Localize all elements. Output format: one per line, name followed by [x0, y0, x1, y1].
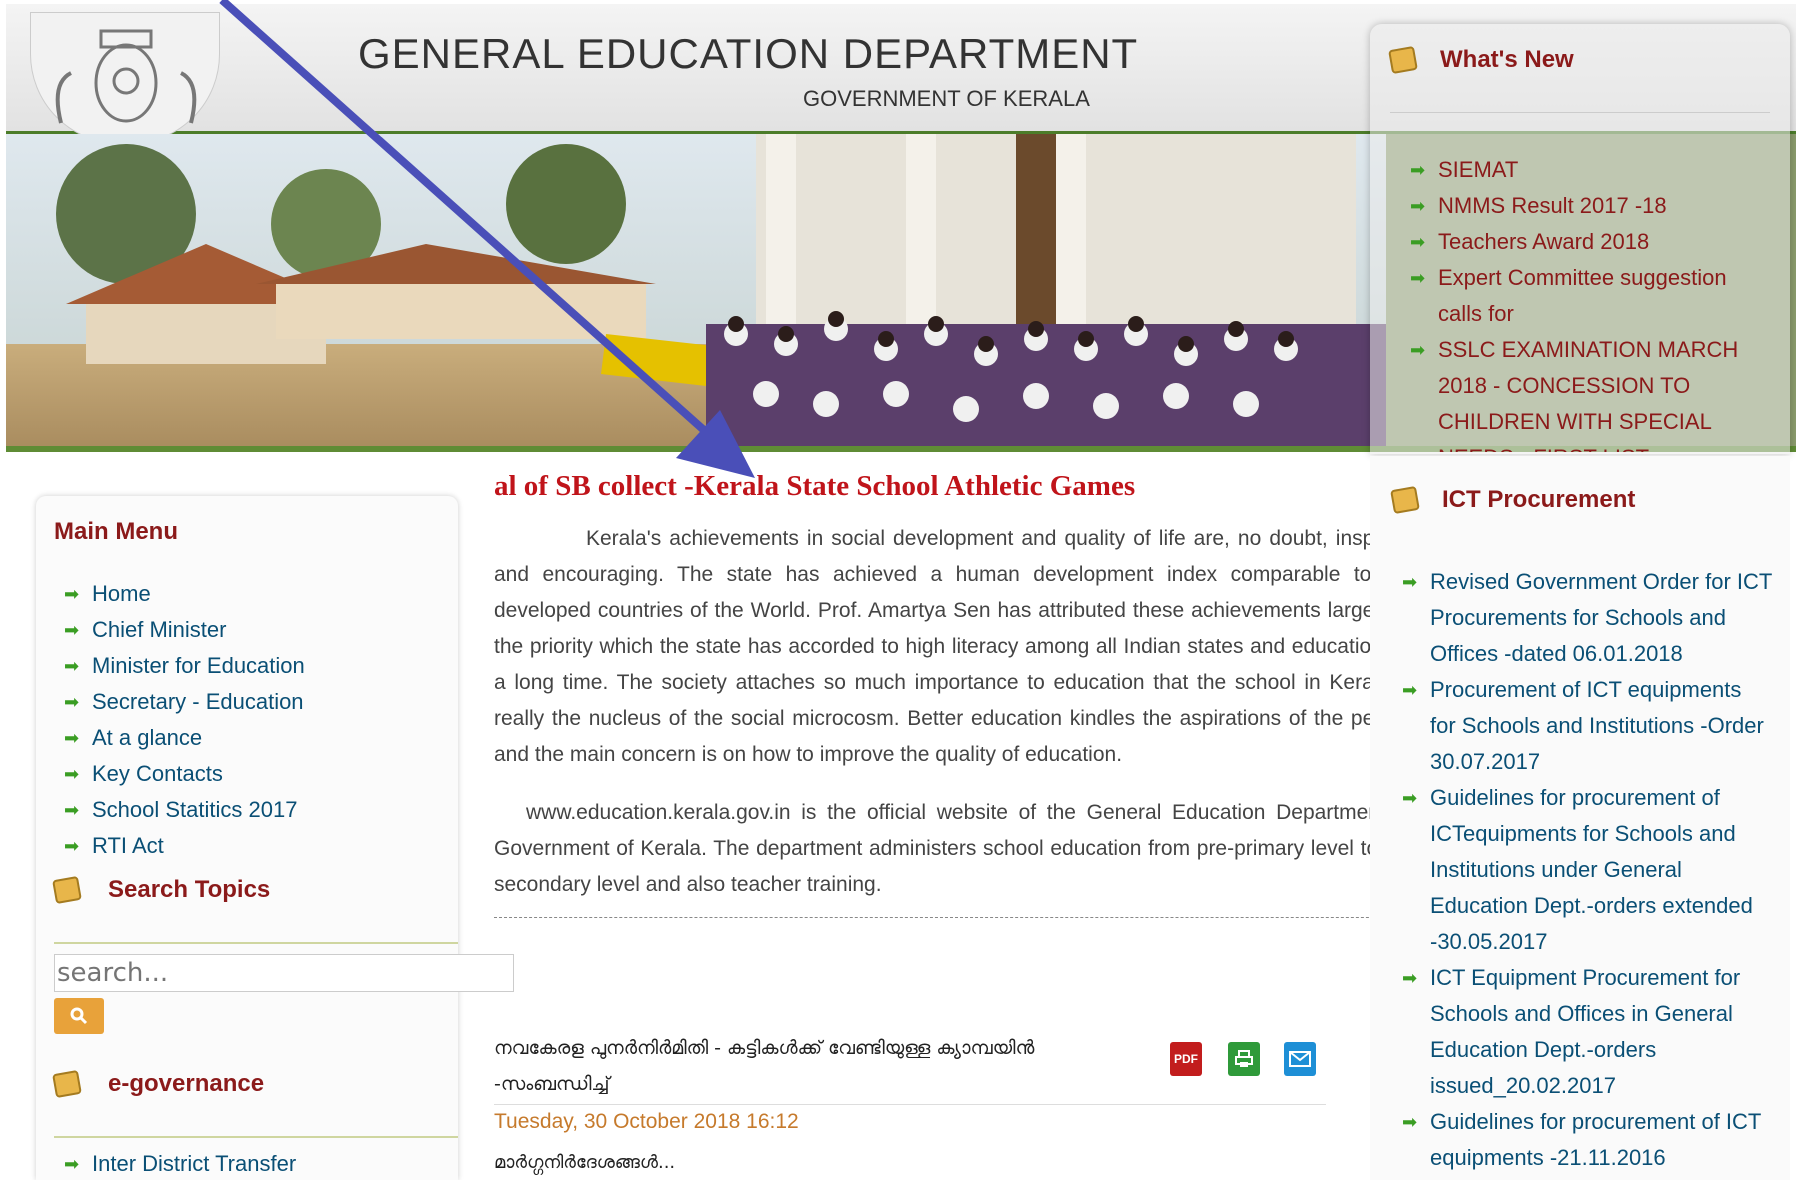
- search-icon: [70, 1007, 88, 1025]
- arrow-icon: ➡: [64, 800, 80, 820]
- whats-new-panel: What's New ➡ SIEMAT ➡ NMMS Result 2017 -18…: [1370, 24, 1790, 454]
- ict-procurement-panel: ICT Procurement ➡ Revised Government Orde…: [1370, 456, 1790, 1180]
- menu-item-secretary[interactable]: ➡ Secretary - Education: [64, 684, 444, 720]
- menu-item-school-statistics[interactable]: ➡ School Statitics 2017: [64, 792, 444, 828]
- e-governance-title: e-governance: [108, 1070, 265, 1097]
- package-icon: [1388, 45, 1418, 75]
- menu-item-chief-minister[interactable]: ➡ Chief Minister: [64, 612, 444, 648]
- list-item[interactable]: ➡ Guidelines for procurement of ICT equip…: [1402, 1104, 1772, 1176]
- list-item[interactable]: ➡ Guidelines for procurement of ICTequipm…: [1402, 780, 1772, 960]
- search-input[interactable]: [54, 954, 514, 992]
- package-icon: [1390, 485, 1420, 515]
- arrow-icon: ➡: [1410, 232, 1426, 252]
- arrow-icon: ➡: [1402, 680, 1418, 700]
- main-content: al of SB collect -Kerala State School At…: [494, 470, 1414, 1180]
- arrow-icon: ➡: [64, 728, 80, 748]
- arrow-icon: ➡: [64, 836, 80, 856]
- arrow-icon: ➡: [64, 692, 80, 712]
- list-item[interactable]: ➡ SSLC EXAMINATION MARCH 2018 - CONCESSIO…: [1410, 332, 1760, 452]
- kerala-emblem-icon: [30, 12, 220, 144]
- menu-item-minister-education[interactable]: ➡ Minister for Education: [64, 648, 444, 684]
- page-subtitle: GOVERNMENT OF KERALA: [803, 86, 1090, 111]
- email-icon[interactable]: [1284, 1042, 1316, 1076]
- ict-list: ➡ Revised Government Order for ICT Procur…: [1402, 564, 1772, 1176]
- arrow-icon: ➡: [1402, 788, 1418, 808]
- arrow-icon: ➡: [64, 764, 80, 784]
- list-item[interactable]: ➡ SIEMAT: [1410, 152, 1760, 188]
- menu-item-rti-act[interactable]: ➡ RTI Act: [64, 828, 444, 864]
- arrow-icon: ➡: [1402, 968, 1418, 988]
- website-paragraph: www.education.kerala.gov.in is the offic…: [494, 801, 1414, 896]
- list-item[interactable]: ➡ ICT Equipment Procurement for Schools a…: [1402, 960, 1772, 1104]
- list-item[interactable]: ➡ Procurement of ICT equipments for Schoo…: [1402, 672, 1772, 780]
- list-item[interactable]: ➡ NMMS Result 2017 -18: [1410, 188, 1760, 224]
- arrow-icon: ➡: [1410, 196, 1426, 216]
- news-ticker-headline[interactable]: al of SB collect -Kerala State School At…: [494, 470, 1414, 503]
- article-excerpt: മാർഗ്ഗനിർദേശങ്ങൾ...: [494, 1152, 676, 1173]
- page-title: GENERAL EDUCATION DEPARTMENT: [358, 30, 1139, 77]
- intro-paragraph: Kerala's achievements in social developm…: [494, 527, 1414, 766]
- menu-item-inter-district-transfer[interactable]: ➡ Inter District Transfer: [64, 1146, 444, 1180]
- arrow-icon: ➡: [64, 584, 80, 604]
- main-menu-list: ➡ Home ➡ Chief Minister ➡ Minister for Educ…: [64, 576, 444, 864]
- arrow-icon: ➡: [1402, 572, 1418, 592]
- print-icon[interactable]: [1228, 1042, 1260, 1076]
- article-date: Tuesday, 30 October 2018 16:12: [494, 1110, 799, 1133]
- search-button[interactable]: [54, 998, 104, 1034]
- pdf-icon[interactable]: PDF: [1170, 1042, 1202, 1076]
- arrow-icon: ➡: [1402, 1112, 1418, 1132]
- list-item[interactable]: ➡ Expert Committee suggestion calls for: [1410, 260, 1760, 332]
- list-item[interactable]: ➡ Teachers Award 2018: [1410, 224, 1760, 260]
- package-icon: [52, 875, 82, 905]
- ict-procurement-title: ICT Procurement: [1442, 486, 1636, 513]
- whats-new-title: What's New: [1440, 46, 1574, 73]
- arrow-icon: ➡: [64, 620, 80, 640]
- article-title[interactable]: നവകേരള പുനർനിർമിതി - കട്ടികൾക്ക് വേണ്ടിയ…: [494, 1030, 1054, 1102]
- search-topics-title: Search Topics: [108, 876, 271, 903]
- list-item[interactable]: ➡ Revised Government Order for ICT Procur…: [1402, 564, 1772, 672]
- whats-new-list: ➡ SIEMAT ➡ NMMS Result 2017 -18 ➡ Teachers …: [1410, 152, 1760, 452]
- menu-item-at-a-glance[interactable]: ➡ At a glance: [64, 720, 444, 756]
- menu-item-key-contacts[interactable]: ➡ Key Contacts: [64, 756, 444, 792]
- arrow-icon: ➡: [64, 656, 80, 676]
- arrow-icon: ➡: [1410, 340, 1426, 360]
- main-menu-panel: Main Menu ➡ Home ➡ Chief Minister ➡ Ministe…: [36, 496, 514, 1180]
- arrow-icon: ➡: [64, 1154, 80, 1174]
- main-menu-title: Main Menu: [54, 518, 178, 545]
- arrow-icon: ➡: [1410, 160, 1426, 180]
- arrow-icon: ➡: [1410, 268, 1426, 288]
- menu-item-home[interactable]: ➡ Home: [64, 576, 444, 612]
- package-icon: [52, 1069, 82, 1099]
